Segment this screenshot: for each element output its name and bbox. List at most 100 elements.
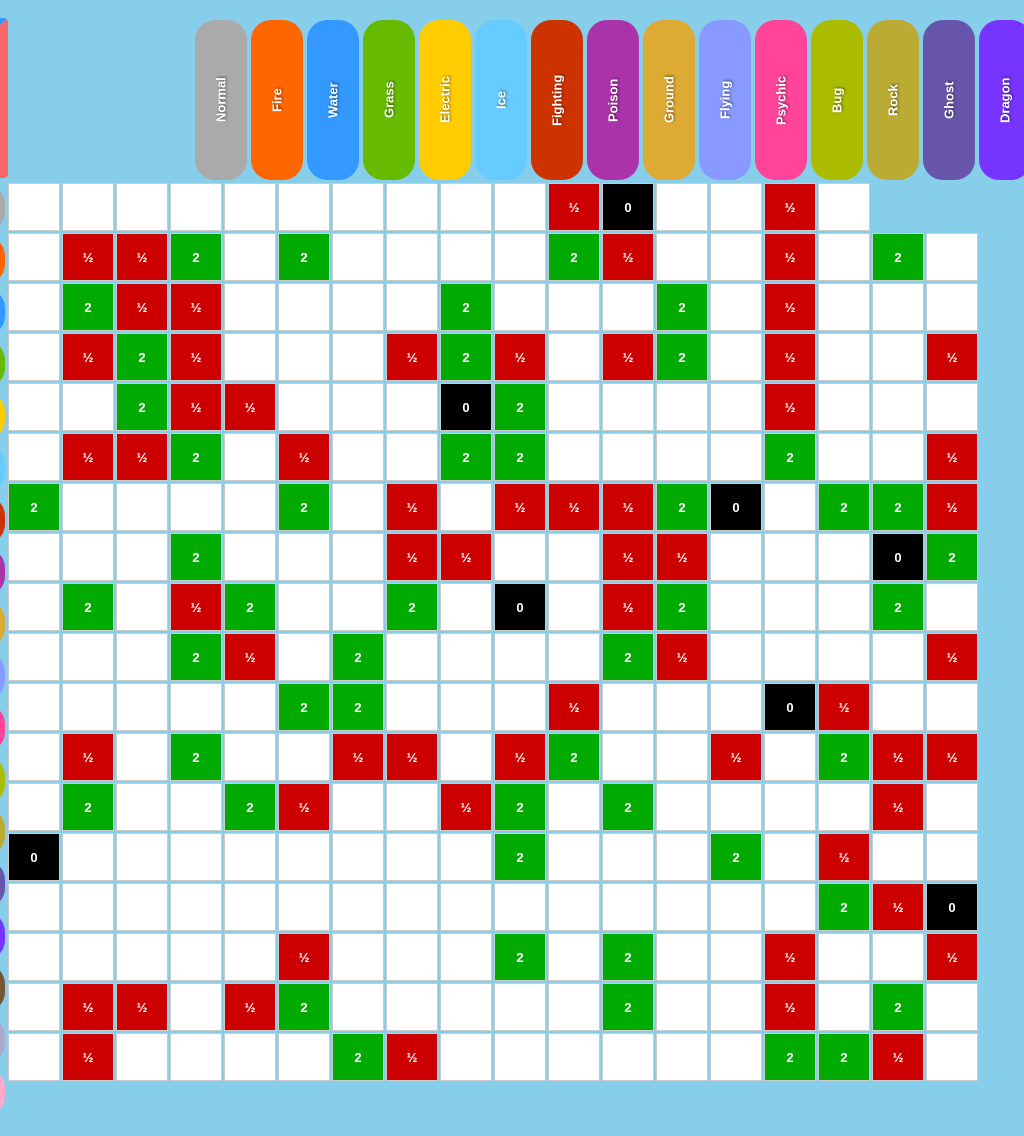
row-header-water: Water bbox=[0, 288, 5, 336]
cell-0-12 bbox=[656, 183, 708, 231]
cell-3-11: ½ bbox=[602, 333, 654, 381]
cell-2-2: ½ bbox=[116, 283, 168, 331]
cell-14-14 bbox=[764, 883, 816, 931]
cell-7-3: 2 bbox=[170, 533, 222, 581]
cell-8-1: 2 bbox=[62, 583, 114, 631]
cell-0-7 bbox=[386, 183, 438, 231]
cell-3-0 bbox=[8, 333, 60, 381]
cell-7-10 bbox=[548, 533, 600, 581]
cell-12-10 bbox=[548, 783, 600, 831]
grid-row-11: ½2½½½2½2½½ bbox=[7, 732, 979, 782]
col-header-flying: Flying bbox=[699, 20, 751, 180]
cell-9-2 bbox=[116, 633, 168, 681]
cell-5-8: 2 bbox=[440, 433, 492, 481]
cell-14-3 bbox=[170, 883, 222, 931]
cell-12-12 bbox=[656, 783, 708, 831]
cell-3-8: 2 bbox=[440, 333, 492, 381]
cell-7-17: 2 bbox=[926, 533, 978, 581]
cell-13-17 bbox=[926, 833, 978, 881]
cell-13-3 bbox=[170, 833, 222, 881]
cell-11-8 bbox=[440, 733, 492, 781]
cell-17-9 bbox=[494, 1033, 546, 1081]
cell-17-1: ½ bbox=[62, 1033, 114, 1081]
grid-row-8: 2½220½22 bbox=[7, 582, 979, 632]
cell-5-2: ½ bbox=[116, 433, 168, 481]
cell-11-2 bbox=[116, 733, 168, 781]
cell-11-6: ½ bbox=[332, 733, 384, 781]
col-header-poison: Poison bbox=[587, 20, 639, 180]
cell-4-13 bbox=[710, 383, 762, 431]
grid-row-2: 2½½22½ bbox=[7, 282, 979, 332]
cell-11-17: ½ bbox=[926, 733, 978, 781]
cell-15-12 bbox=[656, 933, 708, 981]
cell-1-11: ½ bbox=[602, 233, 654, 281]
row-header-fighting: Fighting bbox=[0, 496, 5, 544]
cell-11-12 bbox=[656, 733, 708, 781]
cell-17-11 bbox=[602, 1033, 654, 1081]
cell-0-13 bbox=[710, 183, 762, 231]
cell-3-10 bbox=[548, 333, 600, 381]
grid-row-12: 22½½22½ bbox=[7, 782, 979, 832]
cell-17-4 bbox=[224, 1033, 276, 1081]
cell-15-13 bbox=[710, 933, 762, 981]
cell-7-16: 0 bbox=[872, 533, 924, 581]
cell-3-5 bbox=[278, 333, 330, 381]
cell-7-8: ½ bbox=[440, 533, 492, 581]
col-header-ghost: Ghost bbox=[923, 20, 975, 180]
cell-0-5 bbox=[278, 183, 330, 231]
cell-0-10: ½ bbox=[548, 183, 600, 231]
cell-3-14: ½ bbox=[764, 333, 816, 381]
cell-10-12 bbox=[656, 683, 708, 731]
cell-7-15 bbox=[818, 533, 870, 581]
cell-6-11: ½ bbox=[602, 483, 654, 531]
cell-5-11 bbox=[602, 433, 654, 481]
cell-10-15: ½ bbox=[818, 683, 870, 731]
col-header-fighting: Fighting bbox=[531, 20, 583, 180]
cell-13-1 bbox=[62, 833, 114, 881]
cell-7-6 bbox=[332, 533, 384, 581]
cell-4-17 bbox=[926, 383, 978, 431]
cell-15-17: ½ bbox=[926, 933, 978, 981]
cell-1-16: 2 bbox=[872, 233, 924, 281]
cell-11-7: ½ bbox=[386, 733, 438, 781]
cell-8-2 bbox=[116, 583, 168, 631]
cell-1-7 bbox=[386, 233, 438, 281]
cell-10-1 bbox=[62, 683, 114, 731]
cell-5-10 bbox=[548, 433, 600, 481]
col-header-dragon: Dragon bbox=[979, 20, 1024, 180]
cell-12-7 bbox=[386, 783, 438, 831]
cell-12-15 bbox=[818, 783, 870, 831]
cell-2-3: ½ bbox=[170, 283, 222, 331]
cell-0-6 bbox=[332, 183, 384, 231]
cell-8-17 bbox=[926, 583, 978, 631]
cell-5-4 bbox=[224, 433, 276, 481]
cell-12-11: 2 bbox=[602, 783, 654, 831]
cell-4-15 bbox=[818, 383, 870, 431]
cell-13-11 bbox=[602, 833, 654, 881]
cell-17-0 bbox=[8, 1033, 60, 1081]
grid-row-7: 2½½½½02 bbox=[7, 532, 979, 582]
cell-6-2 bbox=[116, 483, 168, 531]
cell-6-9: ½ bbox=[494, 483, 546, 531]
cell-8-8 bbox=[440, 583, 492, 631]
cell-3-2: 2 bbox=[116, 333, 168, 381]
cell-15-14: ½ bbox=[764, 933, 816, 981]
cell-9-10 bbox=[548, 633, 600, 681]
cell-4-10 bbox=[548, 383, 600, 431]
cell-11-11 bbox=[602, 733, 654, 781]
cell-7-9 bbox=[494, 533, 546, 581]
cell-5-9: 2 bbox=[494, 433, 546, 481]
cell-3-4 bbox=[224, 333, 276, 381]
cell-5-16 bbox=[872, 433, 924, 481]
cell-17-10 bbox=[548, 1033, 600, 1081]
cell-15-7 bbox=[386, 933, 438, 981]
cell-1-8 bbox=[440, 233, 492, 281]
cell-11-4 bbox=[224, 733, 276, 781]
grid-row-6: 22½½½½2022½ bbox=[7, 482, 979, 532]
cell-17-8 bbox=[440, 1033, 492, 1081]
cell-5-0 bbox=[8, 433, 60, 481]
cell-6-16: 2 bbox=[872, 483, 924, 531]
cell-1-15 bbox=[818, 233, 870, 281]
cell-15-2 bbox=[116, 933, 168, 981]
cell-6-12: 2 bbox=[656, 483, 708, 531]
